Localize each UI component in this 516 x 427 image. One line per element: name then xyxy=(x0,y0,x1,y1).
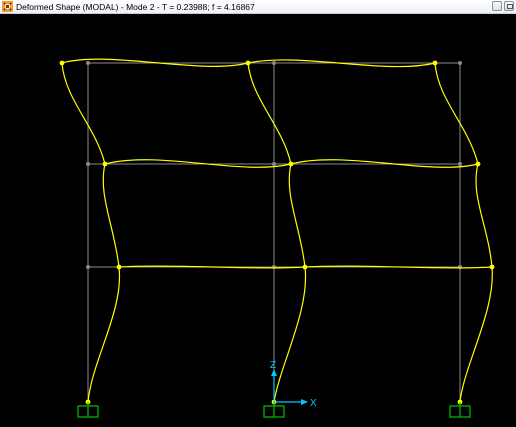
deformed-joint[interactable] xyxy=(102,161,108,167)
deformed-joint[interactable] xyxy=(288,161,294,167)
deformed-column-right-upper[interactable] xyxy=(434,62,479,165)
undeformed-joint[interactable] xyxy=(86,162,90,166)
undeformed-joint[interactable] xyxy=(458,265,462,269)
undeformed-joint[interactable] xyxy=(272,61,276,65)
supports xyxy=(77,402,471,418)
deformed-joints xyxy=(59,60,495,405)
undeformed-joint[interactable] xyxy=(86,265,90,269)
undeformed-frame xyxy=(87,62,461,402)
frame-model-svg: Z X xyxy=(59,58,495,418)
deformed-column-middle-lower[interactable] xyxy=(273,266,307,403)
deformed-joint[interactable] xyxy=(116,264,122,270)
title-bar[interactable]: Deformed Shape (MODAL) - Mode 2 - T = 0.… xyxy=(0,0,516,14)
undeformed-joint[interactable] xyxy=(272,162,276,166)
undeformed-joint[interactable] xyxy=(272,265,276,269)
deformed-joint[interactable] xyxy=(59,60,65,66)
deformed-column-right-lower[interactable] xyxy=(459,266,493,403)
deformed-column-middle-middle[interactable] xyxy=(288,163,306,268)
window-controls xyxy=(492,1,514,12)
deformed-column-left-middle[interactable] xyxy=(102,163,120,268)
model-viewport[interactable]: Z X xyxy=(0,14,516,427)
deformed-column-left-lower[interactable] xyxy=(87,266,121,403)
undeformed-joint[interactable] xyxy=(86,61,90,65)
deformed-column-middle-upper[interactable] xyxy=(247,62,292,165)
global-axes-icon xyxy=(271,369,308,405)
axis-x-label: X xyxy=(310,398,317,409)
deformed-joint[interactable] xyxy=(245,60,251,66)
deformed-frame xyxy=(61,58,493,403)
fixed-support-icon[interactable] xyxy=(77,402,99,418)
undeformed-joint[interactable] xyxy=(458,162,462,166)
deformed-joint[interactable] xyxy=(302,264,308,270)
deformed-column-left-upper[interactable] xyxy=(61,62,106,165)
sap2000-app-icon xyxy=(2,1,13,12)
deformed-column-right-middle[interactable] xyxy=(475,163,493,268)
fixed-support-icon[interactable] xyxy=(263,402,285,418)
restore-window-icon[interactable] xyxy=(504,1,514,11)
undeformed-joint[interactable] xyxy=(458,61,462,65)
deformed-joint[interactable] xyxy=(475,161,481,167)
minimize-button[interactable] xyxy=(492,1,502,11)
window-title: Deformed Shape (MODAL) - Mode 2 - T = 0.… xyxy=(16,2,255,12)
axis-z-label: Z xyxy=(270,360,276,371)
deformed-joint[interactable] xyxy=(432,60,438,66)
deformed-joint[interactable] xyxy=(489,264,495,270)
fixed-support-icon[interactable] xyxy=(449,402,471,418)
deformed-shape-window: Deformed Shape (MODAL) - Mode 2 - T = 0.… xyxy=(0,0,516,427)
